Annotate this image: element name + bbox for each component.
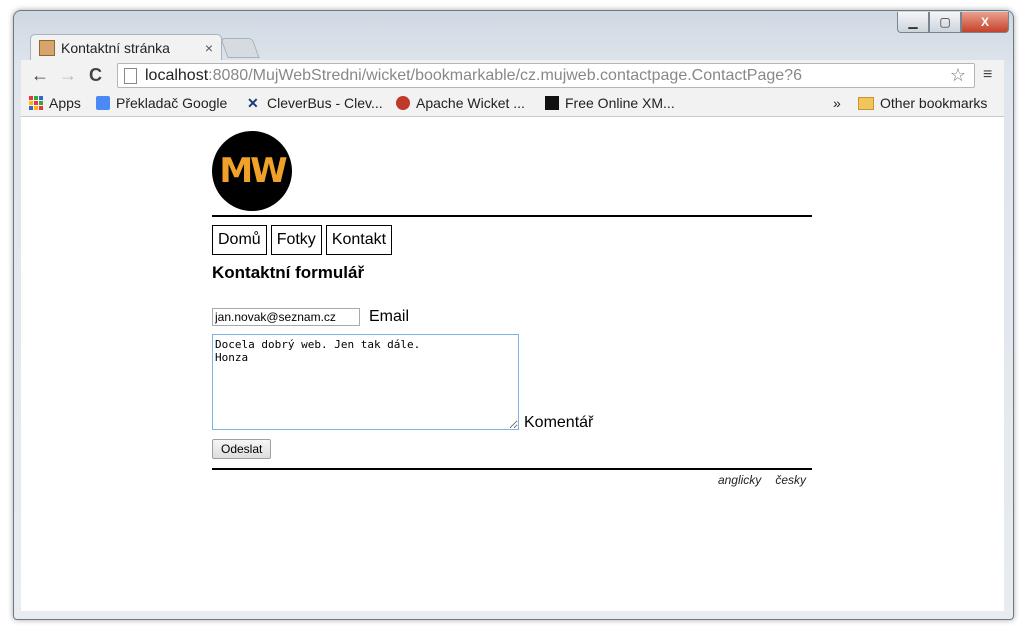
tab-title: Kontaktní stránka [61,40,170,56]
footer-divider [212,468,812,470]
comment-textarea[interactable]: Docela dobrý web. Jen tak dále. Honza [212,334,519,430]
bookmark-apache-wicket[interactable]: Apache Wicket ... [396,95,525,111]
nav-home-link[interactable]: Domů [212,225,267,255]
bookmark-other-bookmarks[interactable]: Other bookmarks [858,95,987,111]
browser-toolbar: ← → C localhost :8080/MujWebStredni/wick… [21,60,1004,90]
language-english-link[interactable]: anglicky [718,473,761,487]
language-switcher: anglicky česky [718,473,806,487]
forward-arrow-icon[interactable]: → [59,65,77,86]
site-logo: MW [212,131,292,211]
window-controls: ▁ ▢ X [897,12,1009,33]
main-navigation: Domů Fotky Kontakt [212,225,393,255]
minimize-button[interactable]: ▁ [897,12,929,33]
bookmark-free-online-xml[interactable]: Free Online XM... [545,95,675,111]
url-host: localhost [145,66,209,84]
address-bar[interactable]: localhost :8080/MujWebStredni/wicket/boo… [117,63,975,88]
header-divider [212,215,812,217]
reload-icon[interactable]: C [89,65,102,86]
wicket-icon [396,96,410,110]
page-document-icon [124,67,137,84]
tab-close-icon[interactable]: × [205,40,213,56]
cleverbus-icon: ✕ [247,95,259,111]
bookmarks-overflow-chevron-icon[interactable]: » [833,95,841,111]
url-path: :8080/MujWebStredni/wicket/bookmarkable/… [208,66,802,84]
folder-icon [858,96,874,110]
new-tab-button[interactable] [220,38,260,58]
apps-grid-icon [29,96,43,110]
browser-tab[interactable]: Kontaktní stránka × [30,34,222,61]
page-favicon-icon [39,40,55,56]
back-arrow-icon[interactable]: ← [31,65,49,86]
email-field[interactable] [212,308,360,326]
maximize-button[interactable]: ▢ [929,12,961,33]
email-label: Email [369,308,410,325]
nav-photos-link[interactable]: Fotky [270,225,322,255]
nav-contact-link[interactable]: Kontakt [325,225,393,255]
bookmark-star-icon[interactable]: ☆ [950,65,966,86]
close-window-button[interactable]: X [961,12,1009,33]
free-formatter-icon [545,96,559,110]
page-title: Kontaktní formulář [212,263,365,282]
language-czech-link[interactable]: česky [775,473,806,487]
page-viewport: MW Domů Fotky Kontakt Kontaktní formulář… [21,117,1004,611]
submit-button[interactable]: Odeslat [212,439,272,459]
bookmark-cleverbus[interactable]: ✕ CleverBus - Clev... [247,95,383,111]
comment-label: Komentář [524,414,594,431]
chrome-menu-icon[interactable]: ≡ [983,66,992,84]
bookmark-google-translate[interactable]: Překladač Google [96,95,227,111]
google-translate-icon [96,96,110,110]
bookmarks-bar: Apps Překladač Google ✕ CleverBus - Clev… [21,90,1004,117]
bookmark-apps[interactable]: Apps [29,95,81,111]
